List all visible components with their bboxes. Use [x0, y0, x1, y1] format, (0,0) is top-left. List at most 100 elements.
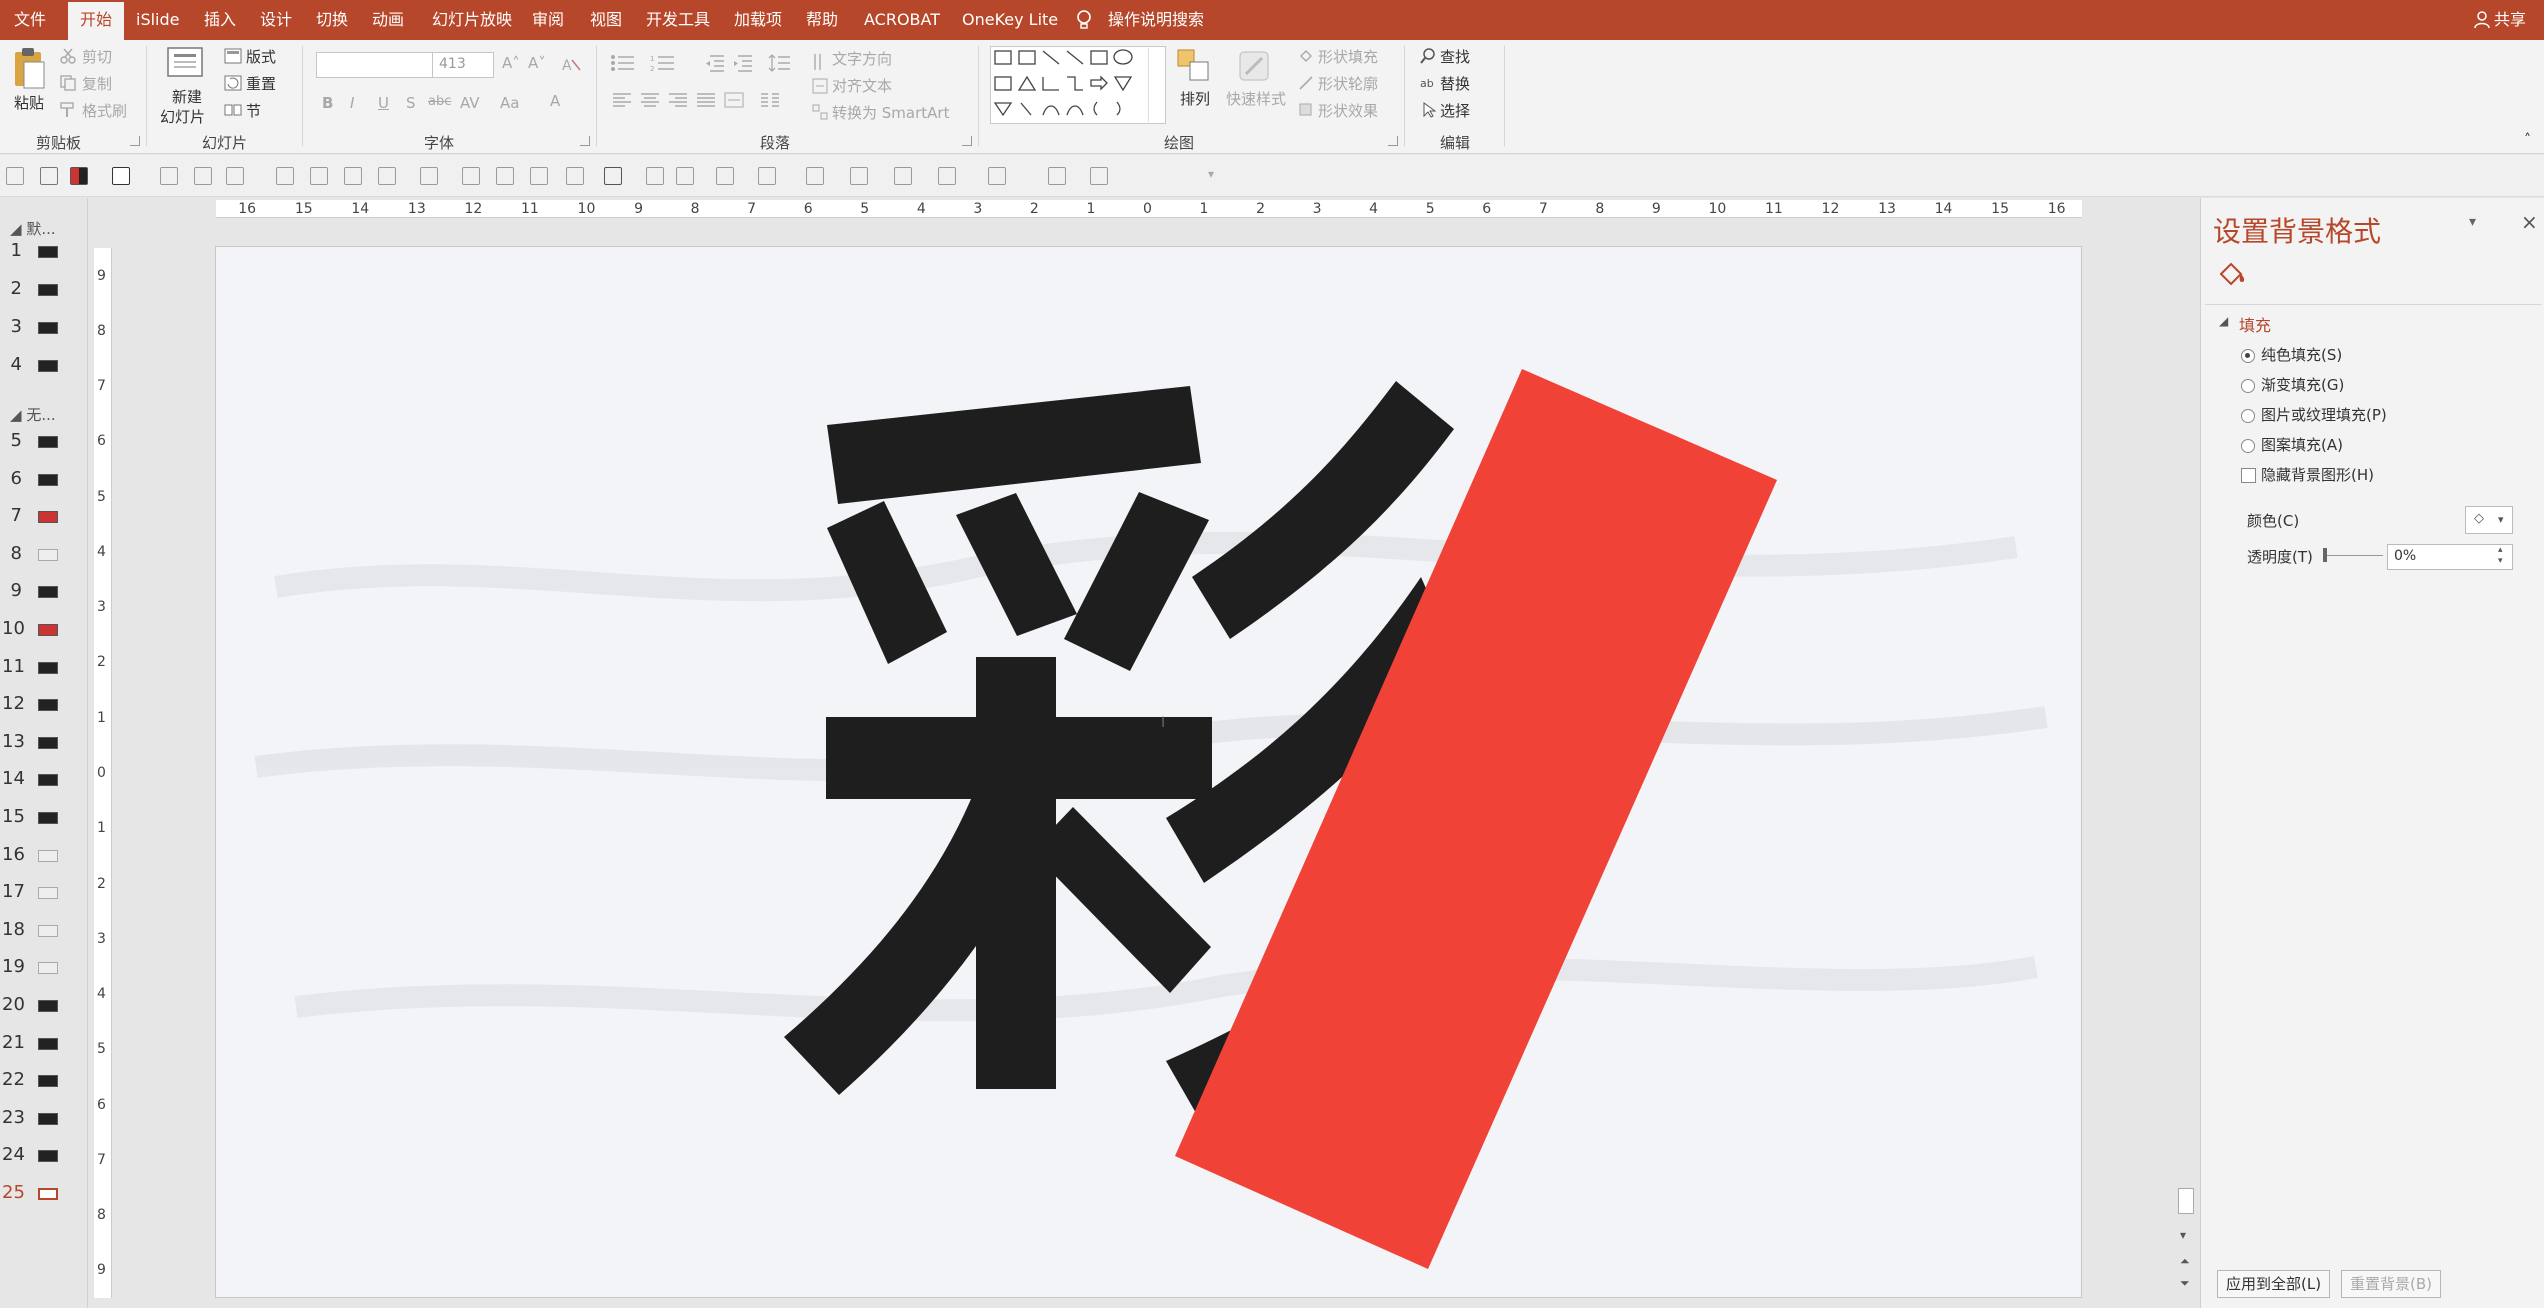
justify-icon[interactable] — [696, 92, 716, 108]
qat-customize-icon[interactable]: ▾ — [1208, 167, 1214, 181]
thumbnail-image[interactable] — [38, 887, 58, 900]
shapes-gallery[interactable] — [990, 46, 1166, 124]
shape-fill-button[interactable]: 形状填充 — [1318, 46, 1378, 67]
section-collapse-icon[interactable]: ◢ — [2219, 314, 2228, 328]
thumbnail-image[interactable] — [38, 699, 58, 712]
underline-button[interactable]: U — [378, 94, 389, 112]
strikethrough-button[interactable]: abc — [428, 94, 451, 109]
tab-addins[interactable]: 加载项 — [734, 0, 782, 40]
quick-styles-button[interactable]: 快速样式 — [1226, 88, 1286, 109]
qat-icon-7[interactable] — [226, 167, 244, 185]
thumbnail-item[interactable]: 16 — [0, 838, 86, 876]
thumbnail-image[interactable] — [38, 322, 58, 334]
decrease-indent-icon[interactable] — [704, 54, 726, 72]
thumbnail-image[interactable] — [38, 924, 58, 937]
columns-icon[interactable] — [760, 92, 780, 108]
font-name-combo[interactable] — [316, 52, 436, 78]
section-button[interactable]: 节 — [246, 100, 261, 121]
thumbnail-item[interactable]: 18 — [0, 913, 86, 951]
hide-graphics-label[interactable]: 隐藏背景图形(H) — [2261, 464, 2374, 485]
tab-review[interactable]: 审阅 — [532, 0, 564, 40]
thumbnail-image[interactable] — [38, 511, 58, 524]
shape-effects-button[interactable]: 形状效果 — [1318, 100, 1378, 121]
thumbnail-item[interactable]: 20 — [0, 988, 86, 1026]
hide-graphics-checkbox[interactable] — [2241, 468, 2256, 483]
pane-options-chevron-icon[interactable]: ▾ — [2469, 214, 2476, 230]
tab-home[interactable]: 开始 — [68, 2, 125, 40]
thumbnail-image[interactable] — [38, 548, 58, 561]
thumbnail-image[interactable] — [38, 284, 58, 296]
new-slide-button[interactable]: 新建 — [172, 86, 202, 107]
fill-bucket-icon[interactable] — [2217, 260, 2247, 288]
replace-button[interactable]: 替换 — [1440, 73, 1470, 94]
font-launcher[interactable] — [580, 136, 590, 146]
thumbnail-item[interactable]: 2 — [0, 272, 86, 310]
thumbnail-item[interactable]: 21 — [0, 1026, 86, 1064]
thumbnail-image[interactable] — [38, 436, 58, 448]
bold-button[interactable]: B — [322, 94, 333, 112]
numbering-icon[interactable]: 12 — [650, 54, 676, 72]
thumbnail-image[interactable] — [38, 1075, 58, 1088]
thumbnail-item[interactable]: 7 — [0, 499, 86, 537]
arrange-button[interactable]: 排列 — [1180, 88, 1210, 109]
tab-slideshow[interactable]: 幻灯片放映 — [432, 0, 512, 40]
transparency-slider-thumb[interactable] — [2323, 548, 2327, 562]
fill-section-header[interactable]: 填充 — [2239, 312, 2271, 336]
align-left-icon[interactable] — [612, 92, 632, 108]
thumbnail-item[interactable]: 23 — [0, 1101, 86, 1139]
clipboard-launcher[interactable] — [130, 136, 140, 146]
distributed-icon[interactable] — [724, 92, 744, 108]
tab-design[interactable]: 设计 — [260, 0, 292, 40]
increase-indent-icon[interactable] — [732, 54, 754, 72]
thumbnail-image[interactable] — [38, 1000, 58, 1012]
thumbnail-item[interactable]: 17 — [0, 875, 86, 913]
clear-format-icon[interactable]: A — [562, 56, 582, 74]
qat-icon-18[interactable] — [646, 167, 664, 185]
scroll-down-icon[interactable]: ▾ — [2180, 1228, 2186, 1242]
paragraph-launcher[interactable] — [962, 136, 972, 146]
text-direction-button[interactable]: 文字方向 — [832, 48, 892, 69]
select-button[interactable]: 选择 — [1440, 100, 1470, 121]
qat-icon-15[interactable] — [530, 167, 548, 185]
thumbnail-image[interactable] — [38, 962, 58, 975]
find-button[interactable]: 查找 — [1440, 46, 1470, 67]
cut-button[interactable]: 剪切 — [82, 46, 112, 67]
thumbnail-item[interactable]: 24 — [0, 1138, 86, 1176]
reset-background-button[interactable]: 重置背景(B) — [2341, 1270, 2441, 1298]
tab-insert[interactable]: 插入 — [204, 0, 236, 40]
picture-fill-radio[interactable] — [2241, 409, 2255, 423]
thumbnail-image[interactable] — [38, 736, 58, 749]
thumbnail-image[interactable] — [38, 1188, 58, 1200]
qat-icon-6[interactable] — [194, 167, 212, 185]
qat-icon-22[interactable] — [806, 167, 824, 185]
thumbnail-item[interactable]: 19 — [0, 950, 86, 988]
line-spacing-icon[interactable] — [768, 54, 792, 72]
tab-file[interactable]: 文件 — [14, 0, 46, 40]
align-center-icon[interactable] — [640, 92, 660, 108]
section-header-untitled[interactable]: ◢ 无... — [10, 404, 56, 425]
font-color-button[interactable]: A — [550, 92, 560, 110]
close-icon[interactable]: × — [2521, 210, 2538, 234]
char-spacing-button[interactable]: AV — [460, 94, 480, 112]
shrink-font-button[interactable]: A˅ — [528, 54, 546, 72]
qat-icon-8[interactable] — [276, 167, 294, 185]
solid-fill-label[interactable]: 纯色填充(S) — [2261, 344, 2342, 365]
reset-button[interactable]: 重置 — [246, 73, 276, 94]
qat-icon-12[interactable] — [420, 167, 438, 185]
shadow-button[interactable]: S — [406, 94, 416, 112]
format-painter-button[interactable]: 格式刷 — [82, 100, 127, 121]
apply-to-all-button[interactable]: 应用到全部(L) — [2217, 1270, 2331, 1298]
qat-icon-25[interactable] — [938, 167, 956, 185]
thumbnail-item[interactable]: 25 — [0, 1176, 86, 1214]
align-text-button[interactable]: 对齐文本 — [832, 75, 892, 96]
thumbnail-image[interactable] — [38, 661, 58, 674]
thumbnail-item[interactable]: 11 — [0, 650, 86, 688]
tab-view[interactable]: 视图 — [590, 0, 622, 40]
thumbnail-item[interactable]: 10 — [0, 612, 86, 650]
layout-button[interactable]: 版式 — [246, 46, 276, 67]
align-right-icon[interactable] — [668, 92, 688, 108]
qat-icon-28[interactable] — [1090, 167, 1108, 185]
thumbnail-image[interactable] — [38, 849, 58, 862]
shapes-gallery-scroll[interactable] — [1148, 48, 1162, 122]
grow-font-button[interactable]: A˄ — [502, 54, 520, 72]
